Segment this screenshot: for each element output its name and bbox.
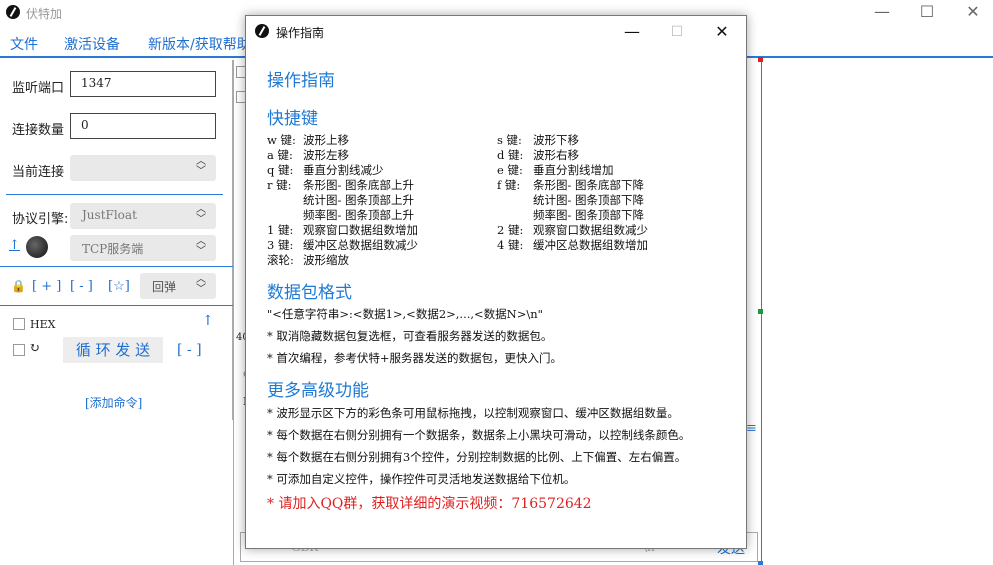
shortcut-desc: 统计图- 图条顶部下降 (533, 193, 645, 207)
menu-help[interactable]: 新版本/获取帮助 (148, 34, 251, 54)
current-conn-select[interactable]: ︿ ﹀ (70, 155, 216, 181)
shortcut-key: r 键: (267, 178, 292, 192)
app-title: 伏特加 (26, 7, 63, 21)
add-cmd-button[interactable]: [ + ] (32, 279, 61, 294)
shortcut-desc: 频率图- 图条顶部下降 (533, 208, 645, 222)
shortcut-key: 3 键: (267, 238, 294, 252)
shortcut-desc: 统计图- 图条顶部上升 (303, 193, 415, 207)
advanced-note: * 每个数据在右侧分别拥有3个控件，分别控制数据的比例、上下偏置、左右偏置。 (267, 450, 687, 464)
shortcut-key: 1 键: (267, 223, 294, 237)
maximize-button[interactable]: ☐ (907, 2, 947, 22)
menu-file[interactable]: 文件 (10, 34, 38, 54)
updown-icon: ︿ ﹀ (196, 236, 206, 257)
port-label: 监听端口 (12, 81, 65, 96)
dialog-logo-icon (255, 24, 269, 38)
shortcut-key: w 键: (267, 133, 296, 147)
shortcut-desc: 垂直分割线增加 (533, 163, 614, 177)
guide-dialog: 操作指南 — ☐ ✕ 操作指南 快捷键 w 键: 波形上移 a 键: 波形左移 q 键:… (245, 15, 747, 549)
blue-handle[interactable] (758, 561, 763, 565)
shortcut-desc: 观察窗口数据组数增加 (303, 223, 418, 237)
conn-count-field: 0 (70, 113, 216, 139)
updown-icon: ︿ ﹀ (196, 204, 206, 225)
divider (0, 266, 233, 267)
minimize-button[interactable]: — (862, 2, 902, 22)
shortcut-desc: 条形图- 图条底部下降 (533, 178, 645, 192)
menu-activate[interactable]: 激活设备 (64, 34, 120, 54)
refresh-icon: ↻ (29, 341, 40, 356)
bg-icon: ≡ (746, 421, 757, 436)
remove-cmd-button[interactable]: [ - ] (70, 279, 93, 294)
echo-value: 回弹 (152, 280, 177, 294)
heading-advanced: 更多高级功能 (267, 381, 369, 401)
shortcut-key: s 键: (497, 133, 522, 147)
current-conn-label: 当前连接 (12, 165, 65, 180)
updown-icon: ︿ ﹀ (196, 156, 206, 177)
advanced-note: * 每个数据在右侧分别拥有一个数据条，数据条上小黑块可滑动，以控制线条颜色。 (267, 428, 691, 442)
close-button[interactable]: ✕ (953, 2, 993, 22)
packet-format: "<任意字符串>:<数据1>,<数据2>,...,<数据N>\n" (267, 307, 543, 321)
shortcut-desc: 观察窗口数据组数减少 (533, 223, 648, 237)
port-input[interactable]: 1347 (70, 71, 216, 97)
server-mode-select[interactable]: TCP服务端 ︿ ﹀ (70, 235, 216, 261)
green-handle[interactable] (758, 309, 763, 314)
add-command-link[interactable]: [添加命令] (85, 394, 142, 411)
shortcut-desc: 条形图- 图条底部上升 (303, 178, 415, 192)
packet-note: * 取消隐藏数据包复选框，可查看服务器发送的数据包。 (267, 329, 553, 343)
favorite-cmd-button[interactable]: [☆] (108, 279, 130, 294)
hex-checkbox[interactable] (13, 318, 25, 330)
echo-select[interactable]: 回弹 ︿ ﹀ (140, 273, 216, 299)
app-logo-icon (6, 5, 20, 19)
engine-select[interactable]: JustFloat ︿ ﹀ (70, 203, 216, 229)
shortcut-desc: 波形缩放 (303, 253, 349, 267)
updown-icon: ︿ ﹀ (196, 274, 206, 295)
scroll-up-icon[interactable]: ↑ (202, 313, 214, 329)
server-mode-value: TCP服务端 (82, 242, 144, 256)
connection-status-icon[interactable] (26, 236, 48, 258)
loop-send-button[interactable]: 循 环 发 送 (63, 337, 163, 363)
divider (0, 305, 233, 306)
shortcut-key: 滚轮: (267, 253, 294, 267)
heading-packet: 数据包格式 (267, 283, 352, 303)
shortcut-key: 4 键: (497, 238, 524, 252)
conn-count-label: 连接数量 (12, 123, 65, 138)
shortcut-desc: 缓冲区总数据组数增加 (533, 238, 648, 252)
engine-value: JustFloat (82, 208, 137, 222)
advanced-note: * 波形显示区下方的彩色条可用鼠标拖拽，以控制观察窗口、缓冲区数据组数量。 (267, 406, 679, 420)
shortcut-desc: 波形右移 (533, 148, 579, 162)
heading-guide: 操作指南 (267, 71, 335, 91)
loop-remove-button[interactable]: [ - ] (177, 342, 202, 358)
loop-checkbox[interactable] (13, 344, 25, 356)
lock-icon[interactable]: 🔒 (11, 279, 26, 293)
dialog-title: 操作指南 (276, 26, 325, 40)
shortcut-desc: 波形上移 (303, 133, 349, 147)
left-panel: 监听端口 1347 连接数量 0 当前连接 ︿ ﹀ 协议引擎: JustFloat… (0, 60, 233, 420)
upload-icon[interactable]: ↑ (9, 238, 20, 253)
shortcut-desc: 垂直分割线减少 (303, 163, 384, 177)
engine-label: 协议引擎: (12, 212, 69, 227)
dialog-minimize-button[interactable]: — (612, 22, 652, 42)
packet-note: * 首次编程，参考伏特+服务器发送的数据包，更快入门。 (267, 351, 563, 365)
dialog-close-button[interactable]: ✕ (702, 22, 742, 42)
dialog-maximize-button[interactable]: ☐ (657, 22, 697, 42)
shortcut-key: 2 键: (497, 223, 524, 237)
shortcut-key: e 键: (497, 163, 523, 177)
hex-label: HEX (30, 318, 56, 331)
qq-note: * 请加入QQ群，获取详细的演示视频：716572642 (267, 496, 592, 512)
shortcut-key: a 键: (267, 148, 293, 162)
red-handle[interactable] (758, 57, 763, 62)
shortcut-desc: 波形左移 (303, 148, 349, 162)
shortcut-key: q 键: (267, 163, 294, 177)
heading-shortcuts: 快捷键 (267, 109, 318, 129)
shortcut-key: f 键: (497, 178, 521, 192)
shortcut-desc: 缓冲区总数据组数减少 (303, 238, 418, 252)
advanced-note: * 可添加自定义控件，操作控件可灵活地发送数据给下位机。 (267, 472, 576, 486)
shortcut-key: d 键: (497, 148, 524, 162)
shortcut-desc: 波形下移 (533, 133, 579, 147)
shortcut-desc: 频率图- 图条顶部上升 (303, 208, 415, 222)
divider (6, 194, 223, 195)
